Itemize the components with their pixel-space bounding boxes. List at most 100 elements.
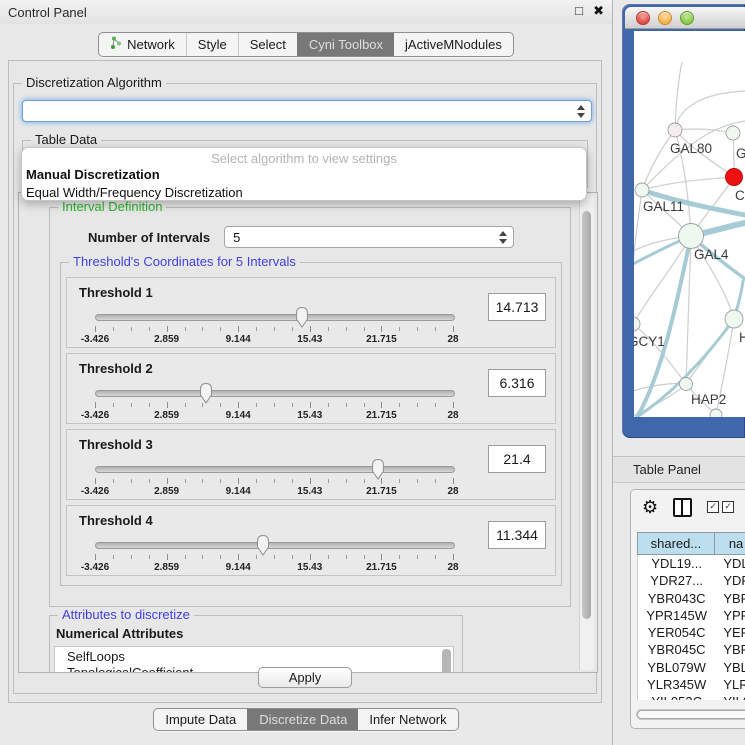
threshold-3-label: Threshold 3 <box>79 437 555 452</box>
table-row[interactable]: YPR145W YPR1 <box>638 607 745 624</box>
network-view-window[interactable]: GAL80GACGAL11GAL4HGCY1HAP2 <box>622 4 745 438</box>
threshold-1-slider-thumb[interactable] <box>294 307 310 328</box>
number-of-intervals-label: Number of Intervals <box>88 230 210 245</box>
threshold-3-value-field[interactable]: 21.4 <box>488 445 546 473</box>
attribute-item-selfloops[interactable]: SelfLoops <box>67 649 453 665</box>
slider-tick-label: 9.144 <box>226 562 251 573</box>
threshold-2-slider-thumb[interactable] <box>198 383 214 404</box>
slider-tick <box>238 402 239 408</box>
gear-icon[interactable]: ⚙ <box>642 498 658 516</box>
threshold-1-slider[interactable]: -3.4262.8599.14415.4321.71528 <box>95 310 453 350</box>
algorithm-option-manual-discretization[interactable]: Manual Discretization <box>22 166 586 184</box>
slider-track[interactable] <box>95 542 455 549</box>
threshold-3-slider[interactable]: -3.4262.8599.14415.4321.71528 <box>95 462 453 502</box>
threshold-4-slider-thumb[interactable] <box>255 535 271 556</box>
tab-jactivemnodules[interactable]: jActiveMNodules <box>394 33 513 56</box>
slider-track[interactable] <box>95 314 455 321</box>
slider-tick <box>453 478 454 484</box>
tab-style[interactable]: Style <box>186 33 238 56</box>
network-node-gal11[interactable] <box>635 183 649 197</box>
tab-impute-data[interactable]: Impute Data <box>154 709 247 730</box>
table-row[interactable]: YDL19... YDL1 <box>638 555 745 572</box>
checkbox-icon: ✓ <box>722 501 734 513</box>
algorithm-combobox[interactable] <box>22 100 592 122</box>
apply-button[interactable]: Apply <box>258 667 352 688</box>
network-edge[interactable] <box>634 324 686 384</box>
node-label-hap2: HAP2 <box>691 392 726 407</box>
close-window-icon[interactable]: ✖ <box>593 3 604 19</box>
network-edge[interactable] <box>642 130 675 190</box>
interval-definition-title: Interval Definition <box>58 200 166 214</box>
tab-infer-network[interactable]: Infer Network <box>358 709 457 730</box>
viewport-scrollbar-thumb[interactable] <box>582 211 591 619</box>
slider-tick <box>256 403 257 407</box>
slider-tick <box>346 403 347 407</box>
network-edge[interactable] <box>675 91 745 130</box>
network-node-ga[interactable] <box>726 126 740 140</box>
threshold-2-value-field[interactable]: 6.316 <box>488 369 546 397</box>
table-row[interactable]: YER054C YER0 <box>638 624 745 641</box>
table-row[interactable]: YBR043C YBR0 <box>638 590 745 607</box>
slider-tick <box>364 555 365 559</box>
slider-tick <box>310 554 311 560</box>
column-header-name[interactable]: na <box>715 532 745 555</box>
threshold-4-value-field[interactable]: 11.344 <box>488 521 546 549</box>
threshold-1-value-field[interactable]: 14.713 <box>488 293 546 321</box>
table-rows: YDL19... YDL1 YDR27... YDR2 YBR043C YBR0… <box>637 555 745 700</box>
network-node-c[interactable] <box>726 169 743 186</box>
threshold-3-slider-thumb[interactable] <box>370 459 386 480</box>
table-horizontal-scrollbar[interactable] <box>636 709 745 720</box>
slider-tick <box>435 403 436 407</box>
node-label-c: C <box>735 188 745 203</box>
network-node-hap2[interactable] <box>680 378 693 391</box>
network-node-gal80[interactable] <box>668 123 682 137</box>
network-edge[interactable] <box>642 177 734 190</box>
slider-tick <box>364 479 365 483</box>
slider-tick <box>95 326 96 332</box>
tab-discretize-data[interactable]: Discretize Data <box>247 709 358 730</box>
network-node[interactable] <box>710 409 722 417</box>
number-of-intervals-combobox[interactable]: 5 <box>224 226 514 248</box>
network-node-gal4[interactable] <box>679 224 704 249</box>
threshold-2-slider[interactable]: -3.4262.8599.14415.4321.71528 <box>95 386 453 426</box>
zoom-traffic-light[interactable] <box>680 11 694 25</box>
node-label-gal4: GAL4 <box>694 247 729 262</box>
slider-tick-label: 21.715 <box>366 334 397 345</box>
network-window-titlebar[interactable] <box>625 7 745 29</box>
slider-track[interactable] <box>95 466 455 473</box>
table-row[interactable]: YBL079W YBL0 <box>638 659 745 676</box>
slider-tick <box>167 478 168 484</box>
network-canvas[interactable]: GAL80GACGAL11GAL4HGCY1HAP2 <box>634 31 745 417</box>
table-row[interactable]: YBR045C YBR0 <box>638 641 745 658</box>
slider-tick <box>364 327 365 331</box>
threshold-4-box: Threshold 4 -3.4262.8599.14415.4321.7152… <box>66 505 556 576</box>
slider-tick <box>292 403 293 407</box>
table-row[interactable]: YDR27... YDR2 <box>638 572 745 589</box>
thresholds-coordinates-title: Threshold's Coordinates for 5 Intervals <box>69 255 300 269</box>
node-label-ga: GA <box>736 146 745 161</box>
table-row[interactable]: YIL053C YIL0 <box>638 693 745 700</box>
table-row[interactable]: YLR345W YLR3 <box>638 676 745 693</box>
slider-tick <box>310 326 311 332</box>
table-hscrollbar-thumb[interactable] <box>637 710 745 719</box>
node-label-h: H <box>739 330 745 345</box>
close-traffic-light[interactable] <box>636 11 650 25</box>
columns-icon[interactable] <box>673 498 692 517</box>
float-window-icon[interactable]: □ <box>575 3 583 18</box>
slider-track[interactable] <box>95 390 455 397</box>
slider-tick <box>185 327 186 331</box>
tab-cyni-toolbox[interactable]: Cyni Toolbox <box>297 33 394 56</box>
network-edge[interactable] <box>634 190 642 266</box>
algorithm-option-equal-width-frequency-discretization[interactable]: Equal Width/Frequency Discretization <box>22 184 586 202</box>
network-node-h[interactable] <box>725 310 743 328</box>
network-edge[interactable] <box>675 129 733 133</box>
threshold-4-slider[interactable]: -3.4262.8599.14415.4321.71528 <box>95 538 453 578</box>
attributes-to-discretize-title: Attributes to discretize <box>58 608 194 622</box>
select-columns-icons[interactable]: ✓ ✓ <box>707 501 734 513</box>
slider-tick <box>399 327 400 331</box>
minimize-traffic-light[interactable] <box>658 11 672 25</box>
tab-select[interactable]: Select <box>238 33 297 56</box>
tab-network[interactable]: Network <box>99 33 186 56</box>
column-header-shared-name[interactable]: shared... <box>637 532 715 555</box>
viewport-vertical-scrollbar[interactable] <box>579 195 594 670</box>
